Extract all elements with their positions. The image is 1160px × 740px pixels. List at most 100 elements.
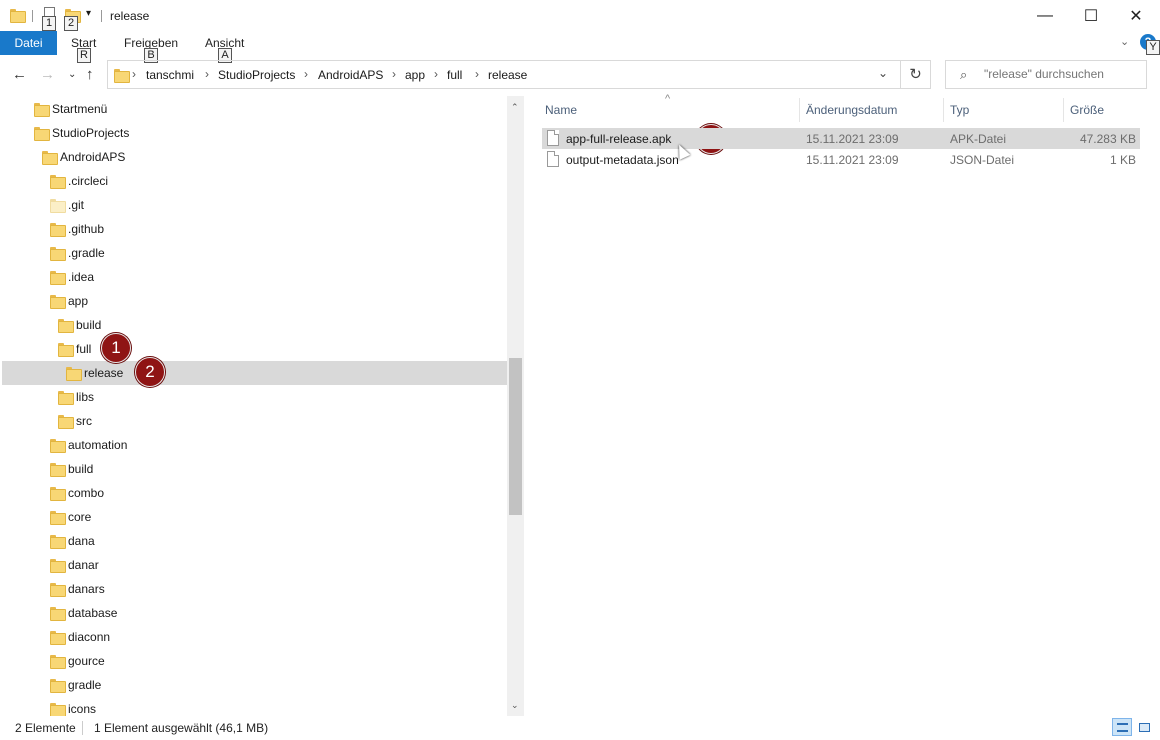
- tree-item-circleci[interactable]: .circleci: [2, 169, 507, 193]
- folder-icon: [58, 415, 74, 429]
- file-size: 47.283 KB: [1079, 132, 1136, 146]
- tree-item-label: StudioProjects: [52, 126, 130, 140]
- tree-item-full[interactable]: full: [2, 337, 507, 361]
- folder-icon: [50, 703, 66, 716]
- scroll-down-icon[interactable]: ⌄: [511, 700, 519, 711]
- scrollbar-thumb[interactable]: [509, 358, 522, 515]
- tree-item-src[interactable]: src: [2, 409, 507, 433]
- file-date: 15.11.2021 23:09: [806, 153, 899, 167]
- column-divider[interactable]: [799, 98, 800, 122]
- folder-icon: [50, 175, 66, 189]
- tree-item-icons[interactable]: icons: [2, 697, 507, 716]
- folder-icon: [34, 127, 50, 141]
- item-count: 2 Elemente: [15, 721, 76, 735]
- tree-item-startmenü[interactable]: Startmenü: [2, 97, 507, 121]
- tree-item-label: .circleci: [68, 174, 109, 188]
- tree-item-gource[interactable]: gource: [2, 649, 507, 673]
- tree-item-git[interactable]: .git: [2, 193, 507, 217]
- folder-icon: [50, 679, 66, 693]
- breadcrumb-separator: ›: [392, 67, 396, 81]
- up-arrow-icon[interactable]: ↑: [86, 66, 94, 83]
- keytip-help: Y: [1146, 40, 1160, 55]
- tree-item-label: gource: [68, 654, 105, 668]
- breadcrumb-studioprojects[interactable]: StudioProjects: [218, 68, 295, 82]
- tree-item-database[interactable]: database: [2, 601, 507, 625]
- address-bar[interactable]: › tanschmi › StudioProjects › AndroidAPS…: [107, 60, 901, 89]
- customize-toolbar-icon[interactable]: ▾: [86, 8, 91, 19]
- tree-item-studioprojects[interactable]: StudioProjects: [2, 121, 507, 145]
- file-row[interactable]: output-metadata.json 15.11.2021 23:09 JS…: [542, 149, 1140, 170]
- tree-item-app[interactable]: app: [2, 289, 507, 313]
- file-tab-label: Datei: [14, 36, 43, 50]
- tree-item-label: database: [68, 606, 118, 620]
- tree-item-github[interactable]: .github: [2, 217, 507, 241]
- file-row[interactable]: app-full-release.apk 15.11.2021 23:09 AP…: [542, 128, 1140, 149]
- tree-scrollbar[interactable]: ⌃ ⌄: [507, 96, 524, 716]
- column-header-date[interactable]: Änderungsdatum: [806, 103, 897, 117]
- large-icons-view-button[interactable]: [1134, 718, 1154, 736]
- breadcrumb-app[interactable]: app: [405, 68, 425, 82]
- expand-ribbon-icon[interactable]: ⌄: [1120, 35, 1129, 48]
- maximize-button[interactable]: ☐: [1068, 0, 1114, 31]
- folder-icon: [50, 223, 66, 237]
- minimize-button[interactable]: —: [1022, 0, 1068, 31]
- divider: [32, 10, 33, 22]
- folder-icon: [66, 367, 82, 381]
- recent-locations-icon[interactable]: ⌄: [68, 69, 76, 80]
- file-type: JSON-Datei: [950, 153, 1015, 167]
- tree-item-core[interactable]: core: [2, 505, 507, 529]
- folder-icon: [50, 271, 66, 285]
- folder-icon: [42, 151, 58, 165]
- tree-item-label: .idea: [68, 270, 95, 284]
- tree-item-gradle[interactable]: .gradle: [2, 241, 507, 265]
- folder-icon: [50, 535, 66, 549]
- close-button[interactable]: ✕: [1113, 0, 1159, 31]
- column-header-name[interactable]: Name: [545, 103, 577, 117]
- tree-item-androidaps[interactable]: AndroidAPS: [2, 145, 507, 169]
- tree-item-gradle[interactable]: gradle: [2, 673, 507, 697]
- folder-icon: [50, 295, 66, 309]
- tree-item-label: danar: [68, 558, 99, 572]
- column-divider[interactable]: [1063, 98, 1064, 122]
- breadcrumb-androidaps[interactable]: AndroidAPS: [318, 68, 383, 82]
- folder-icon: [58, 319, 74, 333]
- tree-item-label: combo: [68, 486, 105, 500]
- tree-item-release[interactable]: release: [2, 361, 507, 385]
- tree-item-libs[interactable]: libs: [2, 385, 507, 409]
- tree-item-idea[interactable]: .idea: [2, 265, 507, 289]
- tree-item-build[interactable]: build: [2, 313, 507, 337]
- column-divider[interactable]: [943, 98, 944, 122]
- folder-icon: [50, 487, 66, 501]
- details-view-icon: [1117, 723, 1128, 732]
- tree-item-dana[interactable]: dana: [2, 529, 507, 553]
- refresh-button[interactable]: ↻: [901, 60, 931, 89]
- details-view-button[interactable]: [1112, 718, 1132, 736]
- navigation-pane: Startmenü StudioProjects AndroidAPS .circle…: [0, 96, 525, 716]
- scroll-up-icon[interactable]: ⌃: [511, 102, 519, 113]
- forward-arrow-icon[interactable]: →: [40, 66, 55, 83]
- breadcrumb-full[interactable]: full: [447, 68, 462, 82]
- folder-icon: [58, 391, 74, 405]
- address-dropdown-icon[interactable]: ⌄: [878, 66, 888, 80]
- tree-item-danars[interactable]: danars: [2, 577, 507, 601]
- file-name: app-full-release.apk: [566, 132, 672, 146]
- tree-item-automation[interactable]: automation: [2, 433, 507, 457]
- tree-item-build[interactable]: build: [2, 457, 507, 481]
- search-input[interactable]: [984, 67, 1142, 81]
- file-date: 15.11.2021 23:09: [806, 132, 899, 146]
- tree-item-danar[interactable]: danar: [2, 553, 507, 577]
- tree-item-label: libs: [76, 390, 95, 404]
- back-arrow-icon[interactable]: ←: [12, 66, 27, 83]
- tree-item-label: diaconn: [68, 630, 111, 644]
- breadcrumb-tanschmi[interactable]: tanschmi: [146, 68, 194, 82]
- search-box[interactable]: ⌕: [945, 60, 1147, 89]
- keytip-2: 2: [64, 16, 78, 31]
- folder-icon: [50, 655, 66, 669]
- tree-item-diaconn[interactable]: diaconn: [2, 625, 507, 649]
- breadcrumb-release[interactable]: release: [488, 68, 527, 82]
- tab-file[interactable]: Datei: [0, 31, 57, 55]
- column-header-type[interactable]: Typ: [950, 103, 969, 117]
- window-title: release: [110, 9, 150, 23]
- column-header-size[interactable]: Größe: [1070, 103, 1104, 117]
- tree-item-combo[interactable]: combo: [2, 481, 507, 505]
